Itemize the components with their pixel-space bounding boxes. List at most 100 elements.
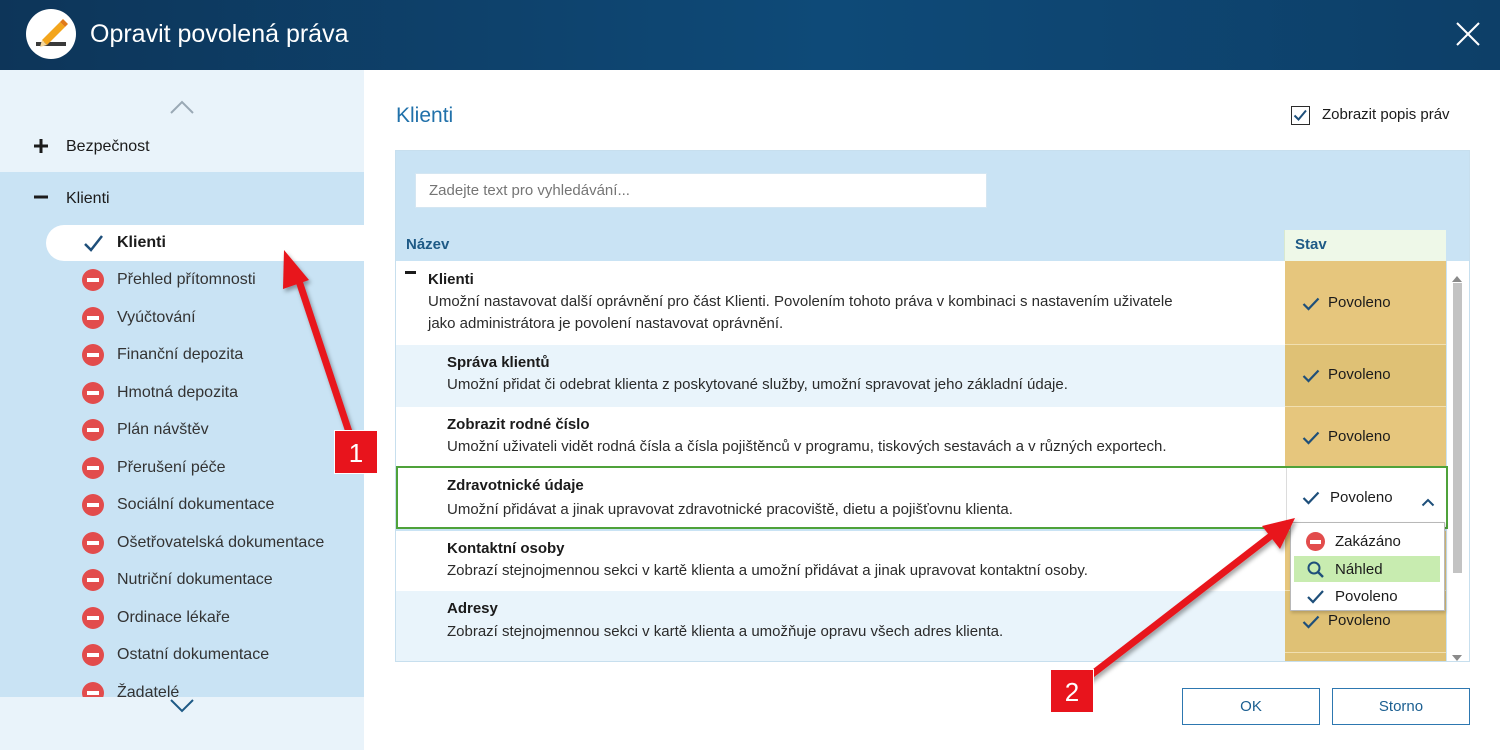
- sidebar-group-bezpecnost[interactable]: Bezpečnost: [0, 121, 364, 172]
- sidebar-item-label: Nutriční dokumentace: [117, 571, 273, 588]
- sidebar-item-prehled-pritomnosti[interactable]: Přehled přítomnosti: [46, 262, 364, 298]
- row-title: Adresy: [447, 600, 498, 617]
- row-description: Umožní nastavovat další oprávnění pro čá…: [428, 293, 1173, 310]
- state-value: Povoleno: [1328, 612, 1391, 629]
- chevron-up-icon[interactable]: [1421, 494, 1435, 507]
- minus-icon: [33, 189, 49, 205]
- sidebar-item-label: Ordinace lékaře: [117, 609, 230, 626]
- table-row[interactable]: Adresy Zobrazí stejnojmennou sekci v kar…: [396, 591, 1285, 653]
- row-title: Správa klientů: [447, 354, 550, 371]
- grid-scrollbar[interactable]: [1447, 261, 1469, 661]
- row-description: Umožní přidávat a jinak upravovat zdravo…: [447, 501, 1013, 518]
- combobox-value: Povoleno: [1330, 489, 1393, 506]
- state-cell[interactable]: Povoleno: [1285, 345, 1446, 407]
- row-title: Kontaktní osoby: [447, 540, 565, 557]
- show-description-label: Zobrazit popis práv: [1322, 106, 1450, 123]
- sidebar-item-label: Vyúčtování: [117, 309, 196, 326]
- scrollbar-thumb[interactable]: [1453, 283, 1462, 573]
- column-header-state[interactable]: Stav: [1284, 230, 1446, 261]
- table-row[interactable]: Správa klientů Umožní přidat či odebrat …: [396, 345, 1285, 407]
- magnifier-icon: [1306, 560, 1325, 579]
- deny-icon: [82, 307, 104, 329]
- table-row[interactable]: Zobrazit rodné číslo Umožní uživateli vi…: [396, 407, 1285, 467]
- option-zakazano[interactable]: Zakázáno: [1294, 528, 1440, 554]
- scroll-up-icon[interactable]: [1452, 269, 1462, 282]
- scroll-down-icon[interactable]: [1452, 648, 1462, 661]
- scroll-down-icon[interactable]: [168, 697, 196, 715]
- deny-icon: [82, 494, 104, 516]
- sidebar-item-ordinace-lekare[interactable]: Ordinace lékaře: [46, 600, 364, 636]
- deny-icon: [82, 607, 104, 629]
- header-spacer: [1446, 230, 1469, 261]
- deny-icon: [82, 532, 104, 554]
- sidebar-subitems: Klienti Přehled přítomnosti Vyúčtování F…: [0, 223, 364, 750]
- sidebar-item-plan-navstev[interactable]: Plán návštěv: [46, 412, 364, 448]
- check-icon: [82, 232, 104, 254]
- table-row[interactable]: Klienti Umožní nastavovat další oprávněn…: [396, 261, 1285, 345]
- collapse-icon[interactable]: [405, 271, 416, 274]
- state-value: Povoleno: [1328, 428, 1391, 445]
- deny-icon: [82, 644, 104, 666]
- sidebar-item-label: Přehled přítomnosti: [117, 271, 256, 288]
- state-value: Povoleno: [1328, 366, 1391, 383]
- check-icon: [1302, 297, 1320, 311]
- section-title: Klienti: [396, 104, 454, 127]
- annotation-badge-2: 2: [1050, 669, 1094, 713]
- sidebar-item-label: Plán návštěv: [117, 421, 209, 438]
- row-description: Zobrazí stejnojmennou sekci v kartě klie…: [447, 623, 1004, 640]
- sidebar-item-label: Finanční depozita: [117, 346, 244, 363]
- row-description: jako administrátora je povolení nastavov…: [428, 315, 784, 332]
- sidebar-item-socialni-dokumentace[interactable]: Sociální dokumentace: [46, 487, 364, 523]
- sidebar-group-klienti[interactable]: Klienti: [0, 172, 364, 223]
- cancel-button[interactable]: Storno: [1332, 688, 1470, 725]
- state-cell-partial: [1285, 653, 1446, 661]
- deny-icon: [1306, 532, 1325, 551]
- show-description-checkbox[interactable]: [1291, 106, 1310, 125]
- row-description: Umožní přidat či odebrat klienta z posky…: [447, 376, 1068, 393]
- ok-button[interactable]: OK: [1182, 688, 1320, 725]
- check-icon: [1302, 615, 1320, 629]
- pencil-edit-icon: [26, 9, 76, 59]
- sidebar-item-ostatni-dokumentace[interactable]: Ostatní dokumentace: [46, 637, 364, 673]
- sidebar: Bezpečnost Klienti Klienti Přehled příto…: [0, 70, 364, 750]
- state-cell[interactable]: Povoleno: [1285, 407, 1446, 467]
- window-title: Opravit povolená práva: [90, 20, 349, 48]
- sidebar-item-label: Ošetřovatelská dokumentace: [117, 534, 325, 551]
- plus-icon: [33, 138, 49, 154]
- selected-table-row[interactable]: Zdravotnické údaje Umožní přidávat a jin…: [396, 466, 1448, 529]
- sidebar-group-label: Bezpečnost: [66, 138, 150, 155]
- option-povoleno[interactable]: Povoleno: [1294, 583, 1440, 609]
- sidebar-item-nutricni-dokumentace[interactable]: Nutriční dokumentace: [46, 562, 364, 598]
- deny-icon: [82, 344, 104, 366]
- state-cell[interactable]: Povoleno: [1285, 261, 1446, 345]
- option-label: Povoleno: [1335, 588, 1398, 605]
- sidebar-item-vyuctovani[interactable]: Vyúčtování: [46, 300, 364, 336]
- sidebar-item-klienti[interactable]: Klienti: [46, 225, 364, 261]
- table-row-partial: [396, 653, 1285, 661]
- deny-icon: [82, 457, 104, 479]
- sidebar-item-preruseni-pece[interactable]: Přerušení péče: [46, 450, 364, 486]
- column-header-name[interactable]: Název: [406, 236, 449, 253]
- sidebar-item-osetrovatelska-dokumentace[interactable]: Ošetřovatelská dokumentace: [46, 525, 364, 561]
- search-input[interactable]: [415, 173, 987, 208]
- sidebar-item-label: Ostatní dokumentace: [117, 646, 270, 663]
- column-header-state-label: Stav: [1295, 236, 1327, 253]
- sidebar-item-hmotna-depozita[interactable]: Hmotná depozita: [46, 375, 364, 411]
- option-label: Zakázáno: [1335, 533, 1401, 550]
- option-nahled[interactable]: Náhled: [1294, 556, 1440, 582]
- state-value: Povoleno: [1328, 294, 1391, 311]
- scroll-up-icon[interactable]: [168, 98, 196, 116]
- close-icon[interactable]: [1452, 18, 1484, 50]
- sidebar-item-label: Přerušení péče: [117, 459, 226, 476]
- sidebar-item-financni-depozita[interactable]: Finanční depozita: [46, 337, 364, 373]
- state-combobox[interactable]: Povoleno: [1286, 468, 1446, 527]
- sidebar-item-label: Klienti: [117, 234, 166, 251]
- table-row[interactable]: Kontaktní osoby Zobrazí stejnojmennou se…: [396, 531, 1285, 591]
- deny-icon: [82, 569, 104, 591]
- check-icon: [1302, 431, 1320, 445]
- row-title: Klienti: [428, 271, 474, 288]
- state-dropdown-list: Zakázáno Náhled Povoleno: [1290, 522, 1445, 611]
- check-icon: [1302, 369, 1320, 383]
- option-label: Náhled: [1335, 561, 1383, 578]
- sidebar-group-label: Klienti: [66, 190, 110, 207]
